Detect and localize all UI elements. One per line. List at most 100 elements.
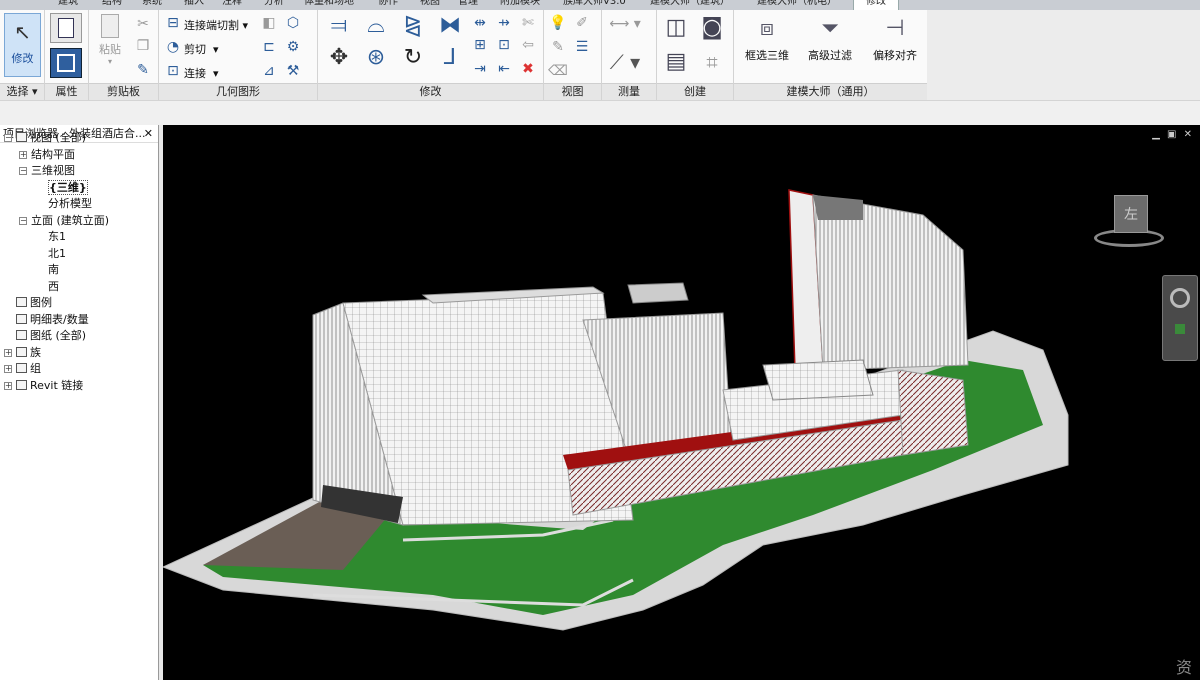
wall-joins-edit-icon[interactable]: ⊿ [259, 61, 279, 81]
browser-node[interactable]: + 族 [4, 345, 41, 361]
browser-node[interactable]: {三维} [34, 179, 88, 196]
measure-distance-icon[interactable]: ⟷ ▾ [608, 14, 642, 34]
wall-joins-icon[interactable]: ◧ [259, 13, 279, 33]
paint-icon[interactable]: ⊏ [259, 37, 279, 57]
modify-button[interactable]: ↖ 修改 [4, 13, 41, 77]
tab-1[interactable]: 结构 [90, 0, 134, 7]
create-parts-icon[interactable]: ◫ [661, 14, 691, 42]
viewport-window-controls[interactable]: ▁ ▣ ✕ [1152, 129, 1194, 140]
type-properties-icon[interactable] [50, 13, 82, 43]
rotate-icon[interactable]: ↻ [400, 45, 426, 71]
split-element-icon[interactable]: ⇹ [470, 13, 490, 33]
join-geometry-button[interactable]: 连接 ▾ [184, 65, 219, 81]
options-bar [0, 101, 1200, 125]
match-properties-icon[interactable]: ✎ [133, 60, 153, 80]
tab-10[interactable]: 附加模块 [488, 0, 552, 7]
line-work-icon[interactable]: ☰ [572, 37, 592, 57]
advanced-filter-button[interactable]: ⏷ 高级过滤 [800, 16, 860, 63]
mirror-axis-icon[interactable]: ⧎ [400, 13, 426, 39]
browser-node[interactable]: − 视图 (全部) [4, 130, 86, 146]
expand-icon[interactable]: + [4, 348, 12, 357]
zoom-icon[interactable] [1175, 324, 1185, 334]
align-icon[interactable]: ⫤ [326, 13, 352, 39]
array-icon[interactable]: ⊞ [470, 35, 490, 55]
unpin-icon[interactable]: ✄ [518, 13, 538, 33]
panel-measure-label: 测量 [602, 83, 656, 100]
browser-node[interactable]: 分析模型 [34, 196, 92, 212]
tab-14[interactable]: 修改 [853, 0, 899, 10]
trim-multiple-icon[interactable]: ⇥ [470, 59, 490, 79]
panel-clipboard: 粘贴 ▾ ✂ ❐ ✎ 剪贴板 [89, 10, 159, 100]
navigation-bar[interactable] [1162, 275, 1198, 361]
browser-node[interactable]: 东1 [34, 229, 66, 245]
collapse-icon[interactable]: − [19, 216, 27, 225]
copy-element-icon[interactable]: ⊛ [363, 45, 389, 71]
move-icon[interactable]: ✥ [326, 45, 352, 71]
ribbon: ↖ 修改 选择 ▾ 属性 粘贴 ▾ ✂ ❐ ✎ 剪贴板 ⊟ 连接端切割 ▾ ◔ … [0, 10, 927, 100]
mirror-draw-icon[interactable]: ⧓ [437, 13, 463, 39]
create-group-icon[interactable]: ▤ [661, 48, 691, 76]
demolish-icon[interactable]: ⚙ [283, 37, 303, 57]
panel-select-label[interactable]: 选择 ▾ [0, 83, 44, 100]
delete-icon[interactable]: ✖ [518, 59, 538, 79]
cut-scissors-icon[interactable]: ✂ [133, 14, 153, 34]
properties-icon[interactable] [50, 48, 82, 78]
offset-align-button[interactable]: ⊣ 偏移对齐 [866, 16, 924, 63]
trim-single-icon[interactable]: ⇤ [494, 59, 514, 79]
expand-icon[interactable]: + [19, 150, 27, 159]
panel-measure: ⟷ ▾ ⟋ ▾ 测量 [602, 10, 657, 100]
browser-node[interactable]: + 组 [4, 361, 41, 377]
offset-icon[interactable]: ⌓ [363, 13, 389, 39]
modify-button-label: 修改 [11, 52, 34, 65]
browser-node[interactable]: 西 [34, 279, 59, 295]
copy-icon[interactable]: ❐ [133, 36, 153, 56]
tab-2[interactable]: 系统 [130, 0, 174, 7]
tab-4[interactable]: 注释 [210, 0, 254, 7]
tab-13[interactable]: 建模大师（机电） [745, 0, 849, 7]
brush-icon[interactable]: ✎ [548, 37, 568, 57]
3d-viewport[interactable]: ▁ ▣ ✕ 左 资 [163, 125, 1200, 680]
browser-node[interactable]: + Revit 链接 [4, 378, 83, 394]
bulb-icon[interactable]: 💡 [548, 13, 568, 33]
steering-wheel-icon[interactable] [1170, 288, 1190, 308]
close-browser-button[interactable]: ✕ [144, 125, 153, 142]
browser-node[interactable]: − 立面 (建筑立面) [19, 213, 109, 229]
linework-eraser-icon[interactable]: ⌫ [548, 61, 568, 81]
join-cut-button[interactable]: 连接端切割 ▾ [184, 17, 248, 33]
tab-0[interactable]: 建筑 [46, 0, 90, 7]
browser-node[interactable]: − 三维视图 [19, 163, 75, 179]
hammer-icon[interactable]: ⚒ [283, 61, 303, 81]
collapse-icon[interactable]: − [4, 134, 12, 142]
browser-node[interactable]: 图例 [4, 295, 52, 311]
split-face-icon[interactable]: ⬡ [283, 13, 303, 33]
split-gap-icon[interactable]: ⇸ [494, 13, 514, 33]
browser-node[interactable]: 明细表/数量 [4, 312, 89, 328]
scale-icon[interactable]: ⊡ [494, 35, 514, 55]
panel-modify: ⫤ ⌓ ⧎ ⧓ ✥ ⊛ ↻ ⅃ ⇹ ⇸ ✄ ⊞ ⊡ ⇦ ⇥ ⇤ ✖ 修改 [318, 10, 544, 100]
paste-label: 粘贴 [99, 43, 121, 56]
tab-11[interactable]: 族库大师V3.0 [551, 0, 638, 7]
browser-node[interactable]: + 结构平面 [19, 147, 75, 163]
tab-9[interactable]: 管理 [446, 0, 490, 7]
create-assembly-icon[interactable]: ◙ [697, 14, 727, 42]
trim-extend-icon[interactable]: ⅃ [437, 45, 463, 71]
expand-icon[interactable]: + [4, 381, 12, 390]
pin-icon[interactable]: ⇦ [518, 35, 538, 55]
collapse-icon[interactable]: − [19, 167, 27, 175]
dimension-icon[interactable]: ⟋ ▾ [608, 48, 642, 76]
browser-node[interactable]: 图纸 (全部) [4, 328, 86, 344]
view-cube[interactable]: 左 [1094, 193, 1164, 251]
browser-node[interactable]: 北1 [34, 246, 66, 262]
paste-button[interactable]: 粘贴 ▾ [93, 14, 127, 66]
tab-7[interactable]: 协作 [366, 0, 410, 7]
override-graphics-icon[interactable]: ✐ [572, 13, 592, 33]
tab-5[interactable]: 分析 [252, 0, 296, 7]
box-3d-button[interactable]: ⧈ 框选三维 [740, 16, 794, 63]
cut-geometry-button[interactable]: 剪切 ▾ [184, 41, 219, 57]
browser-node[interactable]: 南 [34, 262, 59, 278]
tab-12[interactable]: 建模大师（建筑） [638, 0, 742, 7]
ribbon-tab-bar: 建筑 结构 系统 插入 注释 分析 体量和场地 协作 视图 管理 附加模块 族库大师V3.0 建模大师（… [0, 0, 1200, 10]
create-similar-icon[interactable]: ⌗ [697, 48, 727, 76]
tab-6[interactable]: 体量和场地 [292, 0, 366, 7]
expand-icon[interactable]: + [4, 365, 12, 373]
